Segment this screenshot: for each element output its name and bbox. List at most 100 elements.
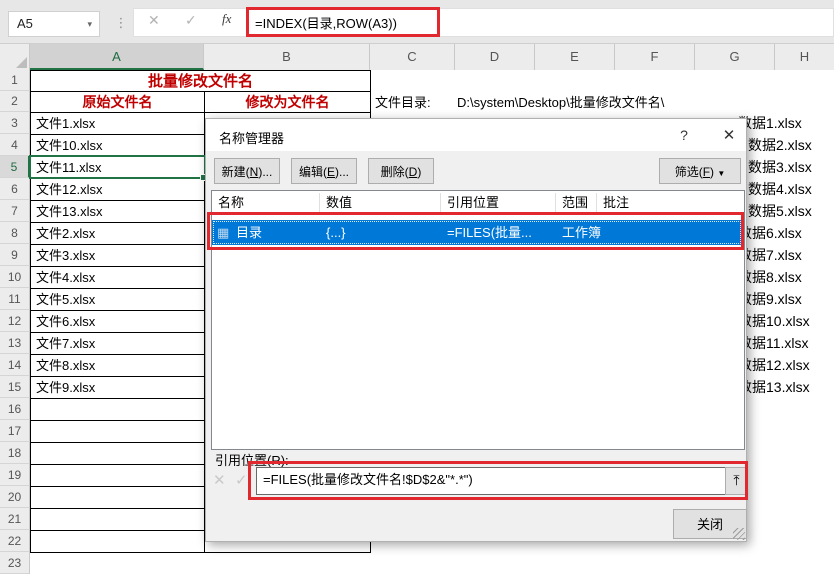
row-header-7[interactable]: 7	[0, 200, 30, 222]
right-file-cell-row14[interactable]: 数据12.xlsx	[738, 354, 810, 376]
cell-A2-header[interactable]: 原始文件名	[30, 91, 205, 113]
edit-button[interactable]: 编辑(E)...	[291, 158, 357, 184]
column-header-E[interactable]: E	[535, 44, 615, 70]
cell-A11[interactable]: 文件5.xlsx	[30, 288, 205, 311]
excel-window: A5 ▾ ⋮ ✕ ✓ fx =INDEX(目录,ROW(A3)) ABCDEFG…	[0, 0, 834, 576]
cell-A14[interactable]: 文件8.xlsx	[30, 354, 205, 377]
row-header-18[interactable]: 18	[0, 442, 30, 464]
cell-A9[interactable]: 文件3.xlsx	[30, 244, 205, 267]
cell-D2-dir-path[interactable]: D:\system\Desktop\批量修改文件名\	[457, 93, 664, 113]
row-header-21[interactable]: 21	[0, 508, 30, 530]
row-header-9[interactable]: 9	[0, 244, 30, 266]
help-icon[interactable]: ?	[674, 127, 694, 145]
right-file-cell-row13[interactable]: 数据11.xlsx	[738, 332, 809, 354]
row-header-16[interactable]: 16	[0, 398, 30, 420]
row-header-11[interactable]: 11	[0, 288, 30, 310]
cell-A19-empty[interactable]	[30, 464, 205, 487]
name-row-selected[interactable]: ▦ 目录 {...} =FILES(批量... 工作簿	[212, 220, 742, 245]
cell-A4[interactable]: 文件10.xlsx	[30, 134, 205, 157]
right-file-cell-row12[interactable]: 数据10.xlsx	[738, 310, 810, 332]
cell-A13[interactable]: 文件7.xlsx	[30, 332, 205, 355]
formula-text[interactable]: =INDEX(目录,ROW(A3))	[255, 13, 397, 32]
right-file-cell-row9[interactable]: 数据7.xlsx	[738, 244, 802, 266]
list-column-header-5[interactable]: 批注	[603, 191, 629, 214]
column-header-H[interactable]: H	[775, 44, 834, 70]
select-all-corner[interactable]	[0, 44, 30, 70]
cell-A22-empty[interactable]	[30, 530, 205, 553]
cancel-icon[interactable]: ✕	[148, 12, 160, 29]
name-box[interactable]: A5 ▾	[8, 11, 100, 37]
formula-bar[interactable]	[133, 8, 834, 37]
row-header-2[interactable]: 2	[0, 91, 30, 112]
row-header-3[interactable]: 3	[0, 112, 30, 134]
row-header-4[interactable]: 4	[0, 134, 30, 156]
cell-A6[interactable]: 文件12.xlsx	[30, 178, 205, 201]
dialog-title: 名称管理器	[219, 128, 284, 147]
cell-A10[interactable]: 文件4.xlsx	[30, 266, 205, 289]
name-box-value: A5	[17, 16, 33, 31]
row-header-20[interactable]: 20	[0, 486, 30, 508]
refers-to-input[interactable]: =FILES(批量修改文件名!$D$2&"*.*")	[256, 467, 732, 495]
cell-B2-header[interactable]: 修改为文件名	[204, 91, 371, 113]
right-file-cell-row3[interactable]: 数据1.xlsx	[738, 112, 802, 134]
dialog-titlebar[interactable]: 名称管理器	[206, 119, 746, 151]
enter-icon[interactable]: ✓	[185, 12, 197, 29]
cell-A20-empty[interactable]	[30, 486, 205, 509]
right-file-cell-row7[interactable]: 数据5.xlsx	[748, 200, 812, 222]
name-icon: ▦	[217, 220, 229, 245]
cell-C2-dir-label[interactable]: 文件目录:	[375, 93, 431, 113]
right-file-cell-row11[interactable]: 数据9.xlsx	[738, 288, 802, 310]
close-icon[interactable]: ✕	[718, 126, 740, 146]
row-header-14[interactable]: 14	[0, 354, 30, 376]
column-header-B[interactable]: B	[204, 44, 370, 70]
scope-cell: 工作簿	[562, 220, 601, 245]
right-file-cell-row6[interactable]: 数据4.xlsx	[748, 178, 812, 200]
names-list[interactable]: 名称 数值 引用位置 范围批注 ▦ 目录 {...} =FILES(批量... 工作簿	[211, 190, 745, 450]
right-file-cell-row8[interactable]: 数据6.xlsx	[738, 222, 802, 244]
column-header-A[interactable]: A	[30, 44, 204, 70]
row-header-1[interactable]: 1	[0, 70, 30, 91]
list-column-header-3[interactable]: 引用位置	[447, 191, 499, 214]
delete-button[interactable]: 删除(D)	[368, 158, 434, 184]
right-file-cell-row15[interactable]: 数据13.xlsx	[738, 376, 810, 398]
cell-A16-empty[interactable]	[30, 398, 205, 421]
insert-function-icon[interactable]: fx	[222, 11, 231, 27]
list-column-header-4[interactable]: 范围	[562, 191, 588, 214]
cell-A7[interactable]: 文件13.xlsx	[30, 200, 205, 223]
cell-A3[interactable]: 文件1.xlsx	[30, 112, 205, 135]
column-header-G[interactable]: G	[695, 44, 775, 70]
cell-A15[interactable]: 文件9.xlsx	[30, 376, 205, 399]
right-file-cell-row5[interactable]: 数据3.xlsx	[748, 156, 812, 178]
collapse-dialog-icon[interactable]: ⤒	[725, 467, 748, 495]
row-header-17[interactable]: 17	[0, 420, 30, 442]
resize-grip[interactable]	[733, 528, 745, 540]
row-header-13[interactable]: 13	[0, 332, 30, 354]
right-file-cell-row4[interactable]: 数据2.xlsx	[748, 134, 812, 156]
row-header-15[interactable]: 15	[0, 376, 30, 398]
right-file-cell-row10[interactable]: 数据8.xlsx	[738, 266, 802, 288]
column-header-C[interactable]: C	[370, 44, 455, 70]
cell-A12[interactable]: 文件6.xlsx	[30, 310, 205, 333]
cell-A8[interactable]: 文件2.xlsx	[30, 222, 205, 245]
list-column-header-1[interactable]: 名称	[218, 191, 244, 214]
refers-enter-icon: ✓	[235, 471, 248, 489]
row-header-5[interactable]: 5	[0, 156, 30, 178]
cell-A21-empty[interactable]	[30, 508, 205, 531]
row-header-23[interactable]: 23	[0, 552, 30, 574]
list-column-separator	[596, 193, 597, 212]
row-header-6[interactable]: 6	[0, 178, 30, 200]
cell-A18-empty[interactable]	[30, 442, 205, 465]
new-button[interactable]: 新建(N)...	[214, 158, 280, 184]
name-box-dropdown-icon[interactable]: ▾	[87, 12, 92, 36]
row-header-12[interactable]: 12	[0, 310, 30, 332]
cell-A17-empty[interactable]	[30, 420, 205, 443]
row-header-19[interactable]: 19	[0, 464, 30, 486]
row-header-8[interactable]: 8	[0, 222, 30, 244]
column-header-F[interactable]: F	[615, 44, 695, 70]
list-column-header-2[interactable]: 数值	[326, 191, 352, 214]
column-header-D[interactable]: D	[455, 44, 535, 70]
row-header-10[interactable]: 10	[0, 266, 30, 288]
row-header-22[interactable]: 22	[0, 530, 30, 552]
filter-button[interactable]: 筛选(F) ▼	[659, 158, 741, 184]
cell-A1-title[interactable]: 批量修改文件名	[30, 70, 371, 92]
